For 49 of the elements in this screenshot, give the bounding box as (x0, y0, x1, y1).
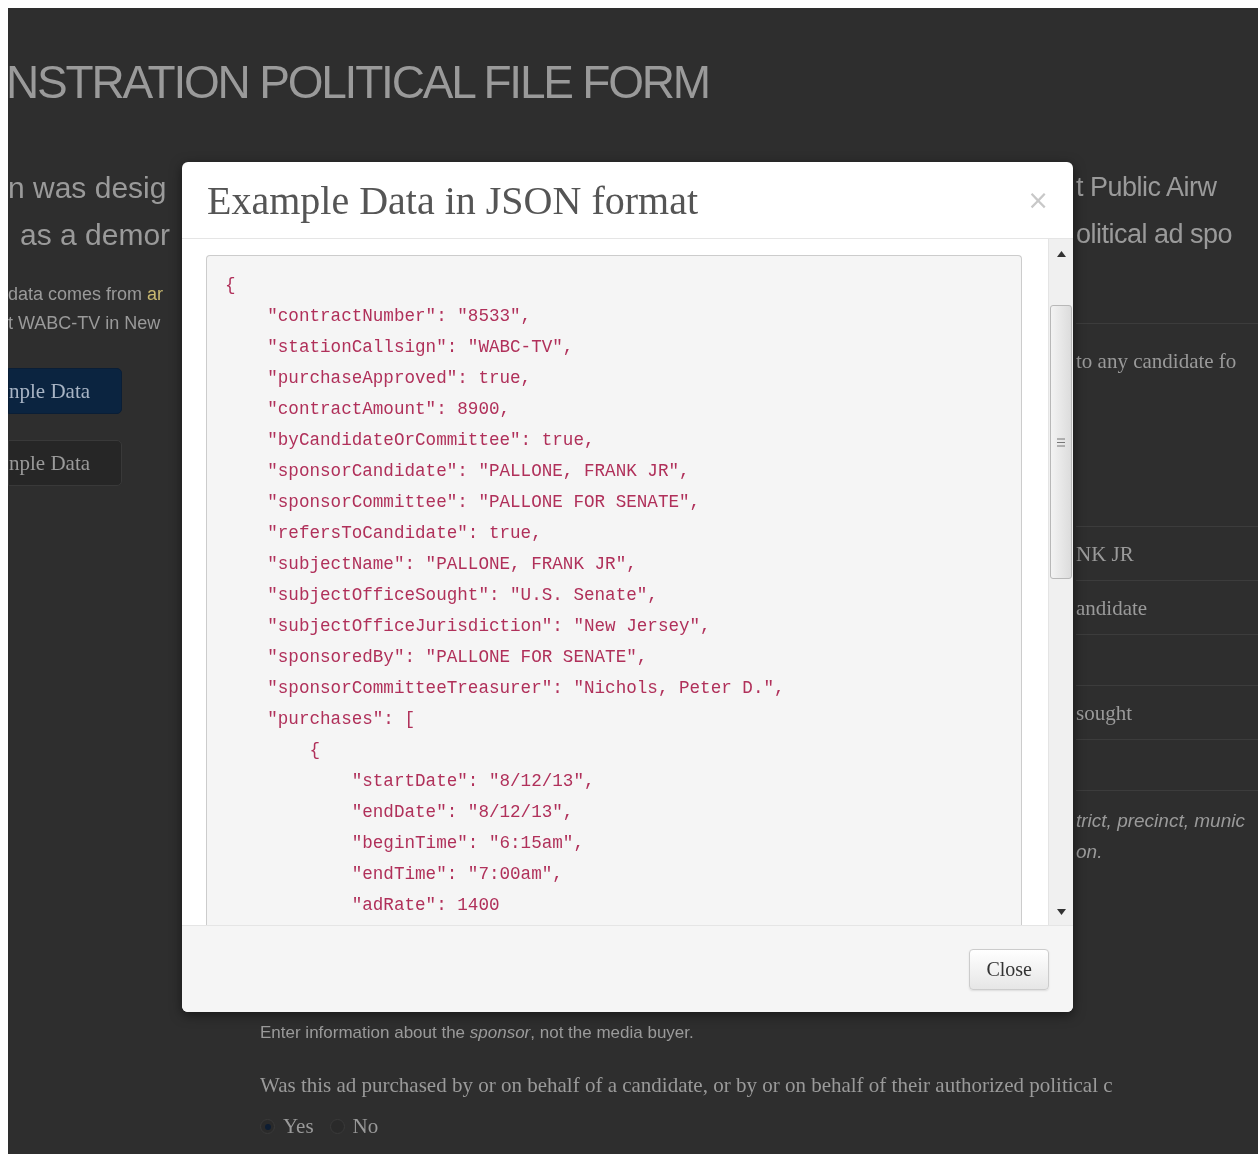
close-button[interactable]: Close (969, 948, 1049, 990)
code-line: "sponsorCandidate": "PALLONE, FRANK JR", (266, 460, 691, 483)
source-link[interactable]: ar (147, 284, 164, 304)
scroll-thumb[interactable] (1050, 305, 1072, 579)
modal-title: Example Data in JSON format (207, 176, 698, 224)
intro-text: olitical ad spo (1076, 218, 1234, 251)
question-text: Was this ad purchased by or on behalf of a candidate, or by or on behalf of their authorized political c (260, 1072, 1114, 1099)
code-line: "sponsoredBy": "PALLONE FOR SENATE", (266, 646, 649, 669)
source-text: data comes from (8, 284, 144, 304)
sample-data-button[interactable]: nple Data (8, 440, 122, 486)
grip-icon (1057, 437, 1065, 447)
code-line: "sponsorCommitteeTreasurer": "Nichols, Peter D.", (266, 677, 786, 700)
code-line: "beginTime": "6:15am", (350, 832, 585, 855)
code-line: "endTime": "7:00am", (350, 863, 564, 886)
field-value: andidate (1076, 594, 1148, 622)
page-heading: NSTRATION POLITICAL FILE FORM (8, 55, 710, 110)
source-text: t WABC-TV in New (8, 312, 162, 335)
field-value: sought (1076, 699, 1132, 727)
sponsor-note: Enter information about the sponsor, not the media buyer. (260, 1022, 695, 1044)
field-value: NK JR (1076, 540, 1134, 568)
radio-option[interactable]: No (329, 1114, 379, 1139)
up-arrow-icon[interactable] (1056, 251, 1066, 257)
sample-data-button[interactable]: nple Data (8, 368, 122, 414)
code-line: "subjectOfficeSought": "U.S. Senate", (266, 584, 659, 607)
code-line: { (225, 274, 237, 297)
code-line: "purchaseApproved": true, (266, 367, 533, 390)
question-text: to any candidate fo (1076, 348, 1237, 375)
code-line: "contractAmount": 8900, (266, 398, 512, 421)
code-line: "startDate": "8/12/13", (350, 770, 596, 793)
down-arrow-icon[interactable] (1056, 909, 1066, 915)
code-line: "subjectOfficeJurisdiction": "New Jersey", (266, 615, 712, 638)
radio-option[interactable]: Yes (260, 1114, 314, 1139)
hint-text: on. (1076, 840, 1103, 864)
code-line: "byCandidateOrCommittee": true, (266, 429, 596, 452)
code-line: "adRate": 1400 (350, 894, 501, 917)
intro-text: t Public Airw (1076, 171, 1218, 204)
code-line: "endDate": "8/12/13", (350, 801, 575, 824)
intro-text: as a demor (19, 217, 172, 253)
code-line: "subjectName": "PALLONE, FRANK JR", (266, 553, 638, 576)
code-line: "purchases": [ (266, 708, 417, 731)
code-line: "contractNumber": "8533", (266, 305, 533, 328)
intro-text: n was desig (8, 170, 168, 206)
code-line: "refersToCandidate": true, (266, 522, 543, 545)
code-line: "sponsorCommittee": "PALLONE FOR SENATE", (266, 491, 702, 514)
hint-text: trict, precinct, munic (1076, 809, 1245, 833)
scrollbar[interactable] (1048, 239, 1073, 925)
radio-icon[interactable] (260, 1119, 275, 1134)
code-line: { (308, 739, 322, 762)
code-line: "stationCallsign": "WABC-TV", (266, 336, 575, 359)
